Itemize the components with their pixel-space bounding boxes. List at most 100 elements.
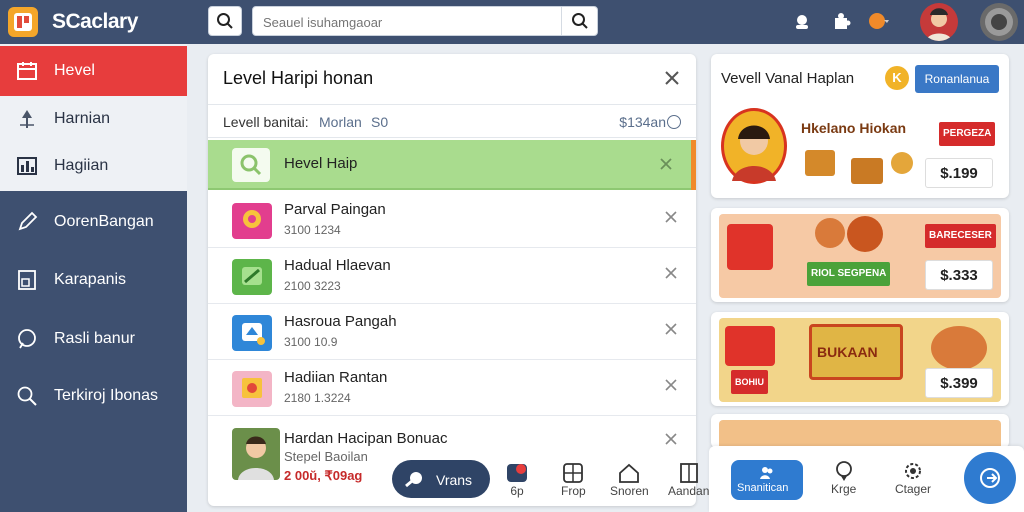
pin-icon	[835, 461, 852, 481]
nav-item-krge[interactable]: Krge	[831, 460, 856, 496]
nav-label: 6p	[510, 484, 524, 498]
search-icon	[217, 13, 233, 29]
sidebar-item-hagiian[interactable]: Hagiian	[0, 141, 187, 191]
subheader-label: Levell banitai:	[223, 114, 309, 130]
pill-label: Vrans	[436, 472, 473, 488]
coin-badge[interactable]: K	[885, 66, 909, 90]
search-button[interactable]	[208, 6, 242, 36]
gear-icon	[905, 463, 922, 479]
item-thumbnail	[232, 148, 270, 182]
item-title: Hasroua Pangah	[284, 313, 397, 330]
search-input[interactable]	[263, 11, 563, 33]
floating-action-button[interactable]	[964, 452, 1016, 504]
close-icon[interactable]	[664, 432, 678, 446]
sidebar-item-label: Rasli banur	[54, 330, 135, 347]
close-icon[interactable]	[664, 266, 678, 280]
chart-icon	[17, 157, 37, 175]
close-icon[interactable]	[664, 322, 678, 336]
notification-icon[interactable]	[866, 9, 890, 33]
close-icon[interactable]	[664, 378, 678, 392]
nav-item-aandan[interactable]: Aandan	[668, 462, 709, 498]
list-item[interactable]: Hadiian Rantan 2180 1.3224	[208, 360, 696, 416]
search-icon	[571, 13, 588, 29]
nav-item-ctager[interactable]: Ctager	[895, 460, 931, 496]
promo-tag: BOHIU	[731, 370, 768, 394]
nav-label: Snoren	[610, 484, 649, 498]
pill-label: Snanitican	[737, 482, 789, 494]
sidebar-item-label: Harnian	[54, 110, 111, 127]
item-title: Hadiian Rantan	[284, 369, 388, 386]
promo-heading: BUKAAN	[817, 344, 878, 360]
item-thumbnail	[232, 315, 272, 351]
nav-item-6p[interactable]: 6p	[504, 462, 530, 498]
item-price: 2 00ŭ, ₹09ag	[284, 468, 363, 483]
nav-label: Frop	[561, 484, 586, 498]
sidebar-item-label: Hagiian	[54, 157, 109, 174]
promo-action-button[interactable]: Ronanlanua	[915, 65, 999, 93]
nav-item-frop[interactable]: Frop	[561, 462, 586, 498]
item-photo	[232, 428, 280, 480]
price-badge[interactable]: $.399	[925, 368, 993, 398]
sidebar-item-hevel[interactable]: Hevel	[0, 46, 187, 96]
promo-card[interactable]: RIOL SEGPENA BARECESER $.333	[711, 208, 1009, 302]
item-title: Parval Paingan	[284, 201, 386, 218]
profile-badge[interactable]	[980, 3, 1018, 41]
sidebar-item-terkiroj-ibonas[interactable]: Terkiroj Ibonas	[0, 371, 187, 421]
bookmark-icon	[679, 463, 698, 483]
level-panel: Level Haripi honan Levell banitai: Morla…	[208, 54, 696, 506]
subheader-amount: $134an	[619, 114, 666, 130]
sidebar-item-karapanis[interactable]: Karapanis	[0, 255, 187, 305]
sidebar: Hevel Harnian Hagiian OorenBangan Karapa…	[0, 44, 187, 512]
price-badge[interactable]: $.199	[925, 158, 993, 188]
right-column: Vevell Vanal Haplan K Ronanlanua Hkelano…	[711, 54, 1009, 506]
promo-tag: BARECESER	[925, 224, 996, 248]
snanitican-button[interactable]: Snanitican	[731, 460, 803, 500]
search-icon	[17, 386, 37, 406]
close-icon[interactable]	[662, 68, 682, 88]
home-icon	[619, 463, 640, 483]
info-icon[interactable]	[667, 115, 681, 129]
food-item	[851, 158, 883, 184]
puzzle-icon[interactable]	[830, 9, 854, 33]
promo-card-partial[interactable]	[711, 414, 1009, 448]
panel-subheader: Levell banitai: Morlan S0 $134an	[208, 104, 696, 138]
item-meta: Stepel Baoilan	[284, 449, 368, 464]
search-field[interactable]	[252, 6, 598, 36]
promo-banner	[719, 420, 1001, 448]
price-badge[interactable]: $.333	[925, 260, 993, 290]
vrans-button[interactable]: Vrans	[392, 460, 490, 498]
promo-heading: Hkelano Hiokan	[801, 120, 907, 136]
food-item	[815, 218, 845, 248]
selection-indicator	[691, 140, 696, 190]
list-item-selected[interactable]: Hevel Haip	[208, 140, 696, 190]
subheader-count: S0	[371, 114, 389, 130]
badge-icon	[507, 464, 527, 482]
item-meta: 2100 3223	[284, 279, 341, 293]
sidebar-item-label: Karapanis	[54, 271, 127, 288]
promo-card-header: Vevell Vanal Haplan K Ronanlanua Hkelano…	[711, 54, 1009, 198]
close-icon[interactable]	[658, 156, 674, 172]
promo-portrait	[721, 108, 787, 184]
headset-icon[interactable]	[790, 9, 814, 33]
document-icon	[18, 270, 36, 290]
food-item	[931, 326, 987, 370]
nav-item-snoren[interactable]: Snoren	[610, 462, 649, 498]
item-meta: 2180 1.3224	[284, 391, 351, 405]
promo-title: Vevell Vanal Haplan	[721, 70, 855, 87]
list-item[interactable]: Hadual Hlaevan 2100 3223	[208, 248, 696, 304]
sidebar-item-harnian[interactable]: Harnian	[0, 94, 187, 144]
sidebar-item-oorenbangan[interactable]: OorenBangan	[0, 197, 187, 247]
close-icon[interactable]	[664, 210, 678, 224]
item-thumbnail	[232, 371, 272, 407]
subheader-filter[interactable]: Morlan	[319, 114, 362, 130]
pin-icon	[20, 110, 34, 128]
avatar[interactable]	[920, 3, 958, 41]
app-logo[interactable]	[8, 7, 38, 37]
search-submit[interactable]	[561, 7, 597, 35]
promo-card[interactable]: BUKAAN BOHIU $.399	[711, 312, 1009, 406]
nav-label: Krge	[831, 482, 857, 496]
list-item[interactable]: Hasroua Pangah 3100 10.9	[208, 304, 696, 360]
calendar-icon	[17, 62, 37, 80]
list-item[interactable]: Parval Paingan 3100 1234	[208, 192, 696, 248]
sidebar-item-rasli-banur[interactable]: Rasli banur	[0, 314, 187, 364]
